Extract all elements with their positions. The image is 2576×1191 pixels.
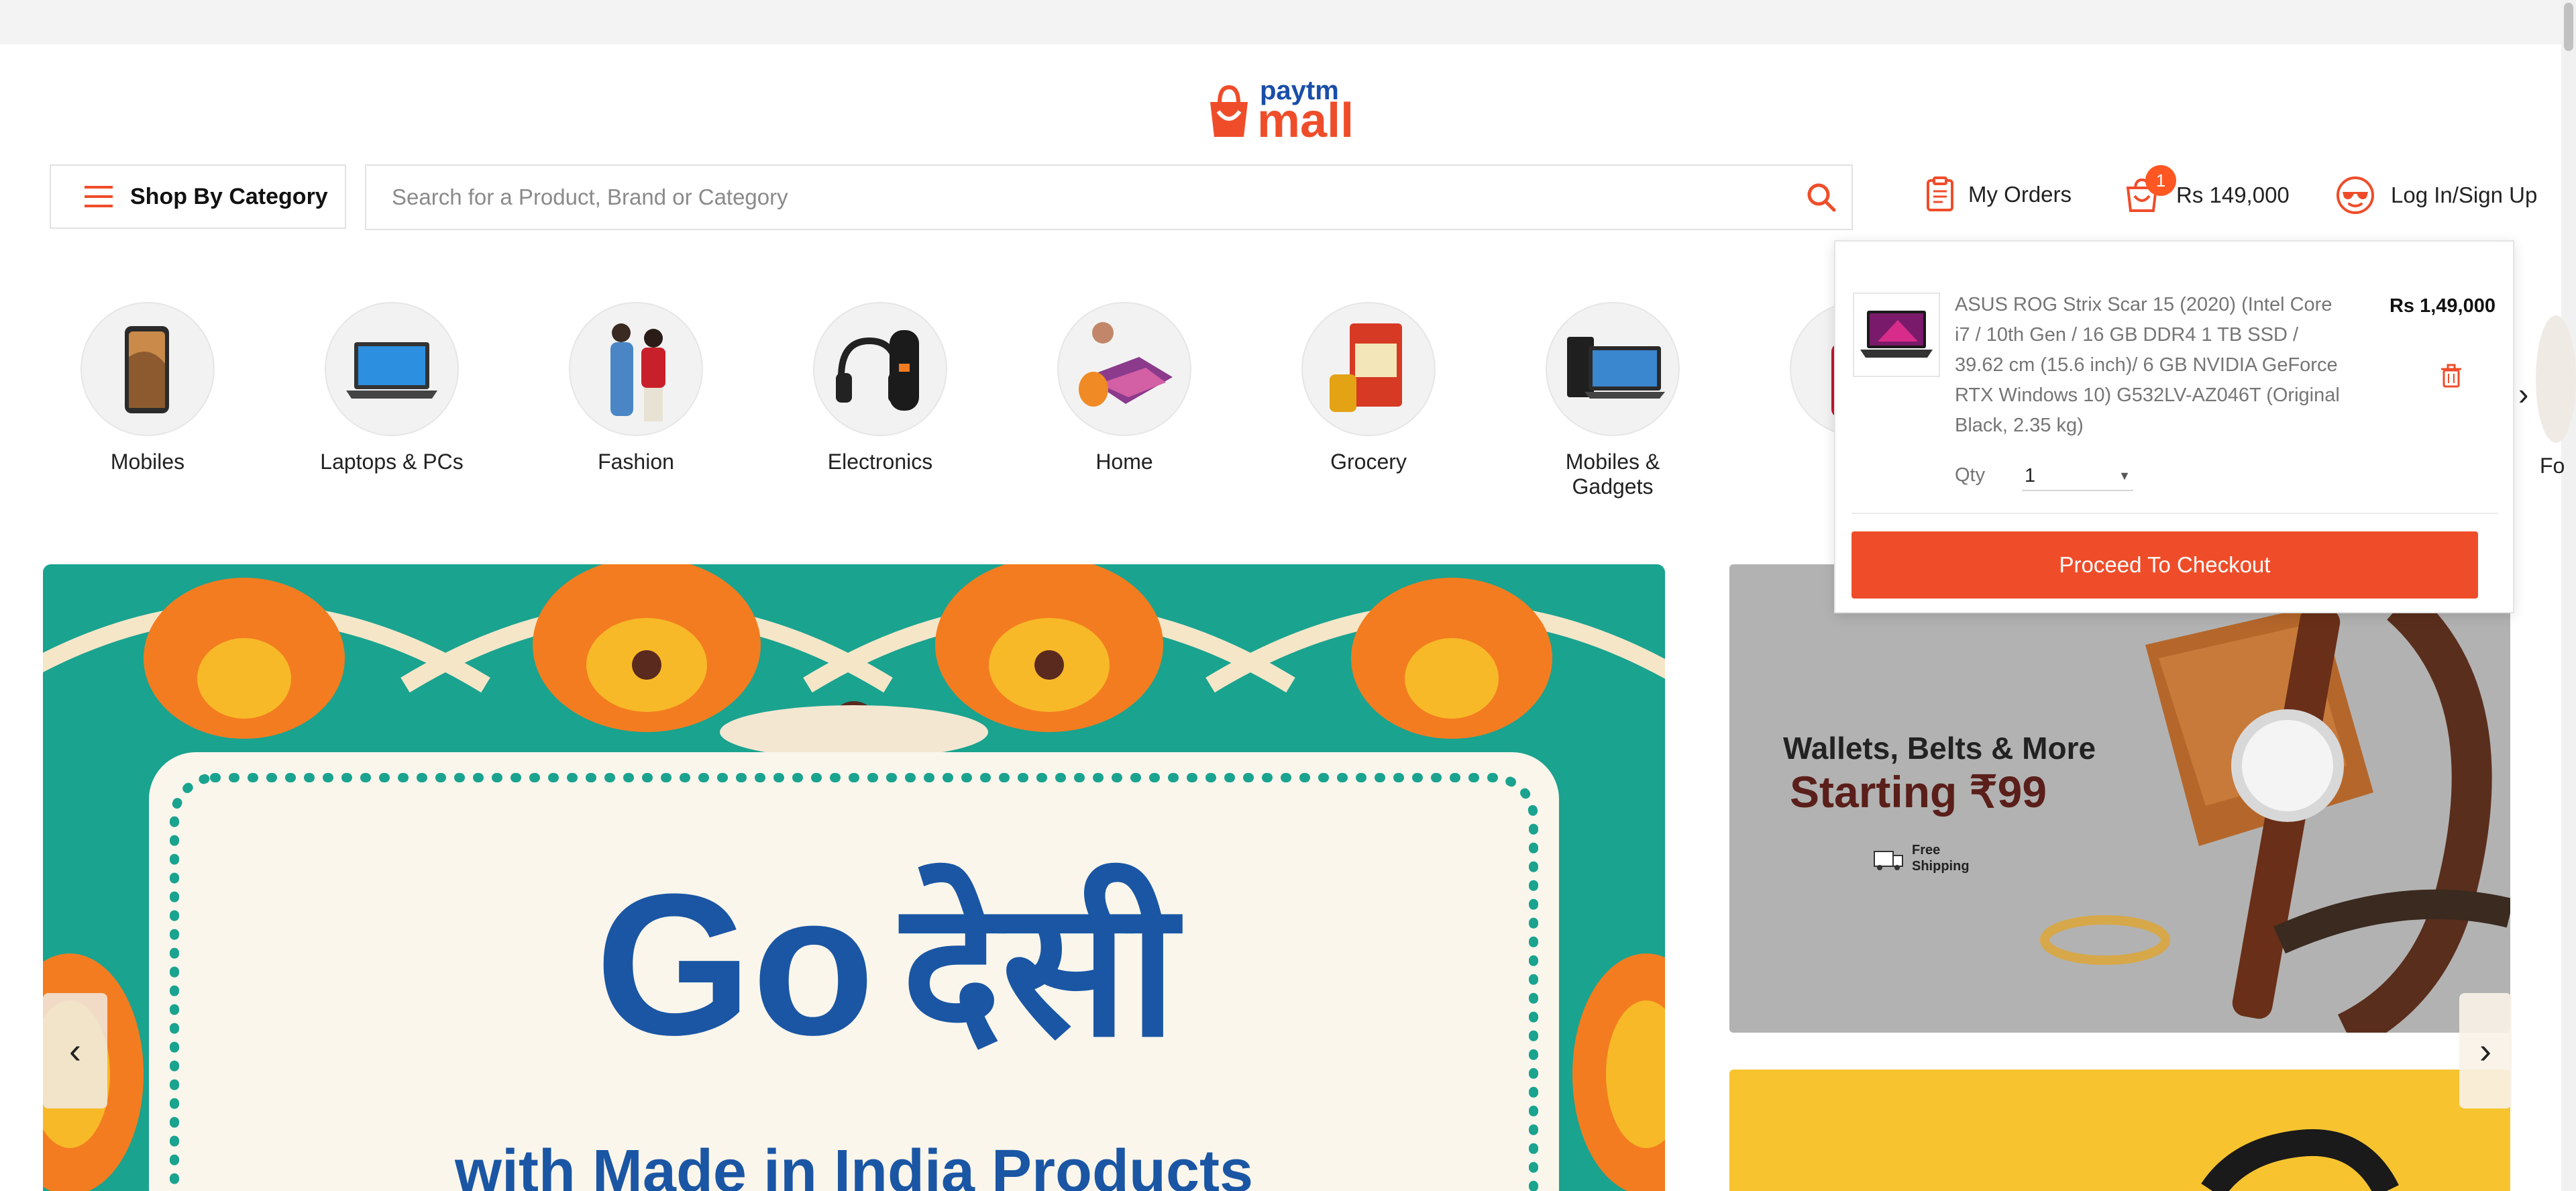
product-price: Rs 1,49,000 xyxy=(2389,295,2496,317)
paytm-mall-logo[interactable]: paytm mall xyxy=(1205,70,1379,148)
category-strip: Mobiles Laptops & PCs Fashion Electronic… xyxy=(60,302,1924,499)
search-input[interactable] xyxy=(366,166,1791,228)
cart-button[interactable]: 1 Rs 149,000 xyxy=(2124,165,2290,215)
my-orders-label: My Orders xyxy=(1968,182,2072,207)
cart-count-badge: 1 xyxy=(2145,165,2176,196)
banner-title-go: Go xyxy=(595,851,875,1077)
carousel-prev-button[interactable]: ‹ xyxy=(43,993,107,1108)
orders-clipboard-icon xyxy=(1927,176,1953,211)
scrollbar-thumb[interactable] xyxy=(2564,3,2573,51)
category-label: Grocery xyxy=(1330,450,1407,474)
grocery-icon xyxy=(1301,302,1436,436)
category-home[interactable]: Home xyxy=(1037,302,1212,474)
qty-value: 1 xyxy=(2025,464,2036,486)
category-label: Mobiles & Gadgets xyxy=(1565,450,1660,499)
user-sunglasses-icon xyxy=(2337,176,2374,214)
category-label: Electronics xyxy=(827,450,933,474)
fashion-icon xyxy=(569,302,703,436)
category-label: Laptops & PCs xyxy=(320,450,464,474)
product-name[interactable]: ASUS ROG Strix Scar 15 (2020) (Intel Cor… xyxy=(1955,290,2351,441)
category-partial-label: Fo xyxy=(2540,454,2565,478)
category-label: Mobiles xyxy=(110,450,185,474)
home-decor-icon xyxy=(1057,302,1191,436)
wallets-price: Starting ₹99 xyxy=(1790,767,2047,817)
browser-top-strip xyxy=(0,0,2576,44)
category-label: Home xyxy=(1095,450,1153,474)
page-scrollbar[interactable] xyxy=(2561,0,2576,1191)
yellow-promo-banner[interactable] xyxy=(1729,1070,2510,1191)
logo-mall-text: mall xyxy=(1257,94,1354,144)
banner-subtitle: with Made in India Products xyxy=(454,1138,1253,1191)
category-fashion[interactable]: Fashion xyxy=(549,302,723,474)
banner-title-desi: देसी xyxy=(899,860,1184,1079)
mobile-phone-icon xyxy=(80,302,215,436)
category-laptops[interactable]: Laptops & PCs xyxy=(305,302,479,474)
product-thumbnail[interactable] xyxy=(1853,293,1940,377)
my-orders-link[interactable]: My Orders xyxy=(1925,176,2072,213)
hamburger-menu-icon xyxy=(85,186,113,207)
chevron-down-icon: ▼ xyxy=(2118,468,2131,482)
category-label: Fashion xyxy=(598,450,674,474)
cart-icon-wrap: 1 xyxy=(2124,165,2176,215)
qty-label: Qty xyxy=(1955,464,1986,486)
gadgets-icon xyxy=(1546,302,1680,436)
carousel-next-button[interactable]: › xyxy=(2459,993,2512,1108)
login-signup-label: Log In/Sign Up xyxy=(2391,183,2538,207)
cart-total: Rs 149,000 xyxy=(2176,183,2290,207)
speaker-headphones-icon xyxy=(813,302,947,436)
go-desi-banner[interactable]: Go देसी with Made in India Products xyxy=(43,564,1665,1191)
divider xyxy=(1851,513,2498,514)
qty-select[interactable]: 1 ▼ xyxy=(2022,462,2133,491)
wallets-belts-banner[interactable]: Wallets, Belts & More Starting ₹99 Free … xyxy=(1729,564,2510,1033)
shipping-label: Shipping xyxy=(1912,859,1970,874)
category-partial-image[interactable] xyxy=(2536,315,2576,443)
cart-dropdown: ASUS ROG Strix Scar 15 (2020) (Intel Cor… xyxy=(1834,240,2514,613)
category-mobiles-gadgets[interactable]: Mobiles & Gadgets xyxy=(1525,302,1700,499)
trash-icon[interactable] xyxy=(2438,362,2465,389)
login-signup-link[interactable]: Log In/Sign Up xyxy=(2336,176,2537,215)
search-bar xyxy=(365,164,1853,230)
category-electronics[interactable]: Electronics xyxy=(793,302,967,474)
shop-by-category-button[interactable]: Shop By Category xyxy=(50,164,346,229)
free-label: Free xyxy=(1912,843,1940,858)
category-grocery[interactable]: Grocery xyxy=(1281,302,1456,474)
laptop-icon xyxy=(325,302,459,436)
proceed-to-checkout-button[interactable]: Proceed To Checkout xyxy=(1851,531,2478,599)
category-mobiles[interactable]: Mobiles xyxy=(60,302,235,474)
categories-next-arrow[interactable]: › xyxy=(2518,376,2528,412)
shop-by-category-label: Shop By Category xyxy=(130,183,328,209)
search-icon[interactable] xyxy=(1791,167,1851,227)
wallets-title: Wallets, Belts & More xyxy=(1783,731,2096,766)
